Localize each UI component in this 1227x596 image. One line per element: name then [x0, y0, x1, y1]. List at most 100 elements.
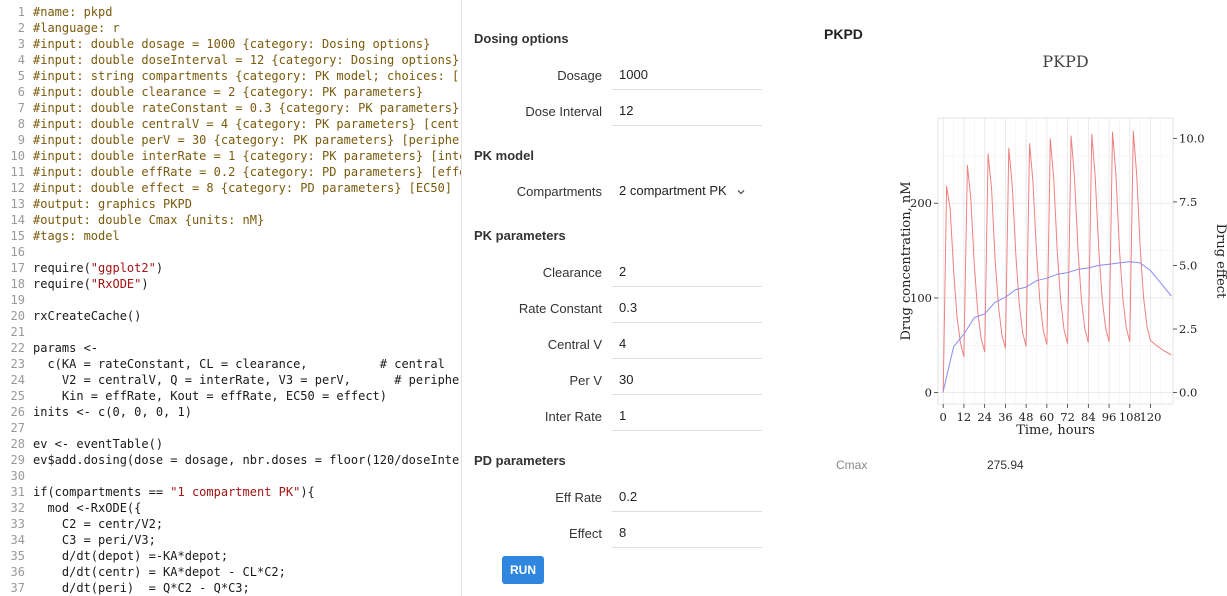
line-number: 16 [10, 245, 25, 259]
code-line: 9 #input: double perV = 30 {category: PK … [0, 132, 462, 148]
line-number: 21 [10, 325, 25, 339]
clearance-label: Clearance [542, 265, 602, 280]
line-number: 33 [10, 517, 25, 531]
line-number: 27 [10, 421, 25, 435]
code-text: C2 = centr/V2; [33, 517, 164, 531]
code-line: 5 #input: string compartments {category: … [0, 68, 461, 84]
code-text: mod <-RxODE({ [33, 501, 142, 515]
eff-rate-input[interactable]: 0.2 [612, 482, 762, 512]
line-number: 5 [17, 69, 25, 83]
line-number: 12 [10, 181, 25, 195]
code-line: 22 params <- [0, 340, 98, 356]
line-number: 30 [10, 469, 25, 483]
line-number: 25 [10, 389, 25, 403]
per-v-input[interactable]: 30 [612, 365, 762, 395]
code-text: #name: pkpd [33, 5, 113, 19]
line-number: 8 [17, 117, 25, 131]
pkpd-chart: PKPD0 12 24 36 48 60 72 84 96 10812001002000.02.5… [899, 52, 1227, 438]
dose-interval-label: Dose Interval [525, 104, 602, 119]
code-text: inits <- c(0, 0, 0, 1) [33, 405, 192, 419]
run-button[interactable]: RUN [502, 556, 544, 584]
code-line: 16 [0, 244, 33, 260]
line-number: 23 [10, 357, 25, 371]
code-line: 12 #input: double effect = 8 {category: P… [0, 180, 452, 196]
code-line: 19 [0, 292, 33, 308]
code-text: #input: double interRate = 1 {category: … [33, 149, 462, 163]
code-text: Kin = effRate, Kout = effRate, EC50 = ef… [33, 389, 388, 403]
line-number: 1 [17, 5, 25, 19]
code-line: 7 #input: double rateConstant = 0.3 {cate… [0, 100, 460, 116]
code-text: C3 = peri/V3; [33, 533, 156, 547]
line-number: 22 [10, 341, 25, 355]
y2-tick-label: 2.5 [1179, 322, 1197, 336]
code-line: 10 #input: double interRate = 1 {category… [0, 148, 462, 164]
code-text: #input: double effect = 8 {category: PD … [33, 181, 453, 195]
code-line: 36 d/dt(centr) = KA*depot - CL*C2; [0, 564, 286, 580]
x-tick-label: 48 [1019, 410, 1034, 424]
line-number: 31 [10, 485, 25, 499]
compartments-label: Compartments [516, 184, 602, 199]
code-text: #input: double rateConstant = 0.3 {categ… [33, 101, 460, 115]
code-line: 29 ev$add.dosing(dose = dosage, nbr.doses… [0, 452, 462, 468]
code-text: d/dt(peri) = Q*C2 - Q*C3; [33, 581, 250, 595]
compartments-select[interactable]: 2 compartment PK [612, 176, 762, 206]
code-text: #input: double perV = 30 {category: PK p… [33, 133, 462, 147]
line-number: 34 [10, 533, 25, 547]
x-axis-label: Time, hours [1016, 423, 1095, 438]
x-tick-label: 96 [1102, 410, 1117, 424]
inter-rate-input[interactable]: 1 [612, 401, 762, 431]
code-line: 24 V2 = centralV, Q = interRate, V3 = pe… [0, 372, 461, 388]
dose-interval-input[interactable]: 12 [612, 96, 762, 126]
x-tick-label: 108 [1119, 410, 1141, 424]
section-pd-parameters: PD parameters [474, 453, 566, 468]
code-editor[interactable]: 1 #name: pkpd 2 #language: r 3 #input: double… [0, 0, 462, 596]
code-text: #input: double clearance = 2 {category: … [33, 85, 424, 99]
line-number: 32 [10, 501, 25, 515]
code-text: d/dt(depot) =-KA*depot; [33, 549, 229, 563]
line-number: 11 [10, 165, 25, 179]
code-text: #output: graphics PKPD [33, 197, 192, 211]
code-line: 35 d/dt(depot) =-KA*depot; [0, 548, 229, 564]
y2-tick-label: 7.5 [1179, 195, 1197, 209]
code-line: 32 mod <-RxODE({ [0, 500, 142, 516]
code-line: 26 inits <- c(0, 0, 0, 1) [0, 404, 192, 420]
line-number: 28 [10, 437, 25, 451]
clearance-input[interactable]: 2 [612, 257, 762, 287]
y-tick-label: 0 [925, 386, 932, 400]
dosage-label: Dosage [557, 68, 602, 83]
code-line: 34 C3 = peri/V3; [0, 532, 156, 548]
parameters-form: Dosing options Dosage 1000 Dose Interval… [462, 0, 802, 596]
code-text: #input: double doseInterval = 12 {catego… [33, 53, 460, 67]
y2-tick-label: 5.0 [1179, 258, 1197, 272]
code-line: 13 #output: graphics PKPD [0, 196, 192, 212]
code-text: require("RxODE") [33, 277, 149, 291]
code-line: 33 C2 = centr/V2; [0, 516, 164, 532]
line-number: 35 [10, 549, 25, 563]
line-number: 13 [10, 197, 25, 211]
code-line: 11 #input: double effRate = 0.2 {category… [0, 164, 462, 180]
code-text: ev$add.dosing(dose = dosage, nbr.doses =… [33, 453, 462, 467]
code-text: #input: double centralV = 4 {category: P… [33, 117, 462, 131]
code-line: 23 c(KA = rateConstant, CL = clearance, … [0, 356, 445, 372]
code-text: #input: double effRate = 0.2 {category: … [33, 165, 462, 179]
code-text: ev <- eventTable() [33, 437, 164, 451]
code-line: 27 [0, 420, 33, 436]
code-line: 6 #input: double clearance = 2 {category:… [0, 84, 423, 100]
x-tick-label: 0 [940, 410, 947, 424]
code-line: 17 require("ggplot2") [0, 260, 164, 276]
central-v-input[interactable]: 4 [612, 329, 762, 359]
cmax-label: Cmax [836, 458, 868, 472]
line-number: 26 [10, 405, 25, 419]
rate-constant-input[interactable]: 0.3 [612, 293, 762, 323]
code-line: 15 #tags: model [0, 228, 120, 244]
code-line: 28 ev <- eventTable() [0, 436, 164, 452]
y2-tick-label: 0.0 [1179, 386, 1197, 400]
y-axis-label: Drug concentration, nM [899, 181, 914, 340]
effect-input[interactable]: 8 [612, 518, 762, 548]
line-number: 7 [17, 101, 25, 115]
line-number: 36 [10, 565, 25, 579]
line-number: 15 [10, 229, 25, 243]
dosage-input[interactable]: 1000 [612, 60, 762, 90]
code-line: 30 [0, 468, 33, 484]
x-tick-label: 72 [1060, 410, 1075, 424]
